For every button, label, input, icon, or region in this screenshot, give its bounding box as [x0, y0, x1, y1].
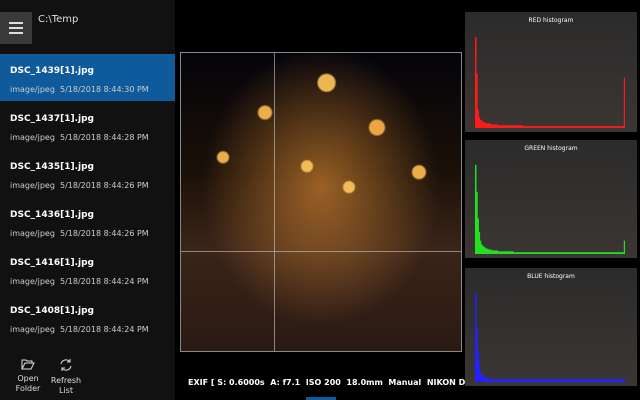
- histogram-green: GREEN histogram: [465, 140, 637, 258]
- histogram-panel: RED histogram GREEN histogram BLUE histogr…: [463, 12, 640, 400]
- open-label-2: Folder: [15, 384, 41, 393]
- file-date: 5/18/2018 8:44:30 PM: [60, 85, 149, 94]
- file-meta: image/jpeg 5/18/2018 8:44:24 PM: [10, 277, 175, 286]
- file-name: DSC_1435[1].jpg: [10, 162, 94, 172]
- file-meta: image/jpeg 5/18/2018 8:44:30 PM: [10, 85, 175, 94]
- file-name: DSC_1416[1].jpg: [10, 258, 94, 268]
- file-date: 5/18/2018 8:44:28 PM: [60, 133, 149, 142]
- file-date: 5/18/2018 8:44:24 PM: [60, 325, 149, 334]
- file-type: image/jpeg: [10, 229, 55, 238]
- hamburger-icon-line: [9, 27, 23, 29]
- file-type: image/jpeg: [10, 133, 55, 142]
- file-date: 5/18/2018 8:44:26 PM: [60, 181, 149, 190]
- file-list-item[interactable]: DSC_1437[1].jpg image/jpeg 5/18/2018 8:44…: [0, 102, 175, 149]
- hamburger-icon-line: [9, 32, 23, 34]
- file-list-item[interactable]: DSC_1436[1].jpg image/jpeg 5/18/2018 8:44…: [0, 198, 175, 245]
- histogram-bar: [623, 378, 625, 382]
- histogram-chart: [475, 293, 625, 382]
- file-meta: image/jpeg 5/18/2018 8:44:26 PM: [10, 181, 175, 190]
- file-name: DSC_1436[1].jpg: [10, 210, 94, 220]
- hamburger-menu-button[interactable]: [0, 12, 32, 44]
- folder-path: C:\Temp: [38, 14, 79, 25]
- histogram-title: GREEN histogram: [524, 145, 578, 152]
- exif-info: EXIF [ S: 0.6000s A: f7.1 ISO 200 18.0mm…: [188, 378, 481, 387]
- refresh-list-button[interactable]: Refresh List: [46, 358, 86, 396]
- grid-line: [274, 53, 276, 351]
- histogram-blue: BLUE histogram: [465, 268, 637, 386]
- file-type: image/jpeg: [10, 181, 55, 190]
- file-meta: image/jpeg 5/18/2018 8:44:26 PM: [10, 229, 175, 238]
- photo-preview[interactable]: [180, 52, 462, 352]
- file-meta: image/jpeg 5/18/2018 8:44:28 PM: [10, 133, 175, 142]
- file-name: DSC_1408[1].jpg: [10, 306, 94, 316]
- file-name: DSC_1439[1].jpg: [10, 66, 94, 76]
- refresh-label-2: List: [59, 386, 73, 395]
- histogram-bar: [623, 77, 625, 128]
- histogram-red: RED histogram: [465, 12, 637, 132]
- file-type: image/jpeg: [10, 277, 55, 286]
- refresh-icon: [60, 359, 72, 371]
- sidebar: C:\Temp DSC_1439[1].jpg image/jpeg 5/18/2…: [0, 0, 175, 400]
- histogram-chart: [475, 165, 625, 254]
- histogram-title: RED histogram: [528, 17, 574, 24]
- file-type: image/jpeg: [10, 325, 55, 334]
- open-folder-button[interactable]: Open Folder: [8, 358, 48, 394]
- histogram-chart: [475, 37, 625, 128]
- refresh-label-1: Refresh: [50, 376, 82, 385]
- file-date: 5/18/2018 8:44:26 PM: [60, 229, 149, 238]
- folder-open-icon: [21, 359, 35, 370]
- file-name: DSC_1437[1].jpg: [10, 114, 94, 124]
- histogram-title: BLUE histogram: [527, 273, 575, 280]
- file-list-item[interactable]: DSC_1408[1].jpg image/jpeg 5/18/2018 8:44…: [0, 294, 175, 341]
- grid-line: [181, 251, 461, 253]
- file-list-item[interactable]: DSC_1439[1].jpg image/jpeg 5/18/2018 8:44…: [0, 54, 175, 101]
- file-list-item[interactable]: DSC_1435[1].jpg image/jpeg 5/18/2018 8:44…: [0, 150, 175, 197]
- hamburger-icon: [9, 22, 23, 24]
- file-type: image/jpeg: [10, 85, 55, 94]
- open-label-1: Open: [17, 374, 39, 383]
- histogram-bar: [623, 240, 625, 254]
- file-list-item[interactable]: DSC_1416[1].jpg image/jpeg 5/18/2018 8:44…: [0, 246, 175, 293]
- file-date: 5/18/2018 8:44:24 PM: [60, 277, 149, 286]
- file-meta: image/jpeg 5/18/2018 8:44:24 PM: [10, 325, 175, 334]
